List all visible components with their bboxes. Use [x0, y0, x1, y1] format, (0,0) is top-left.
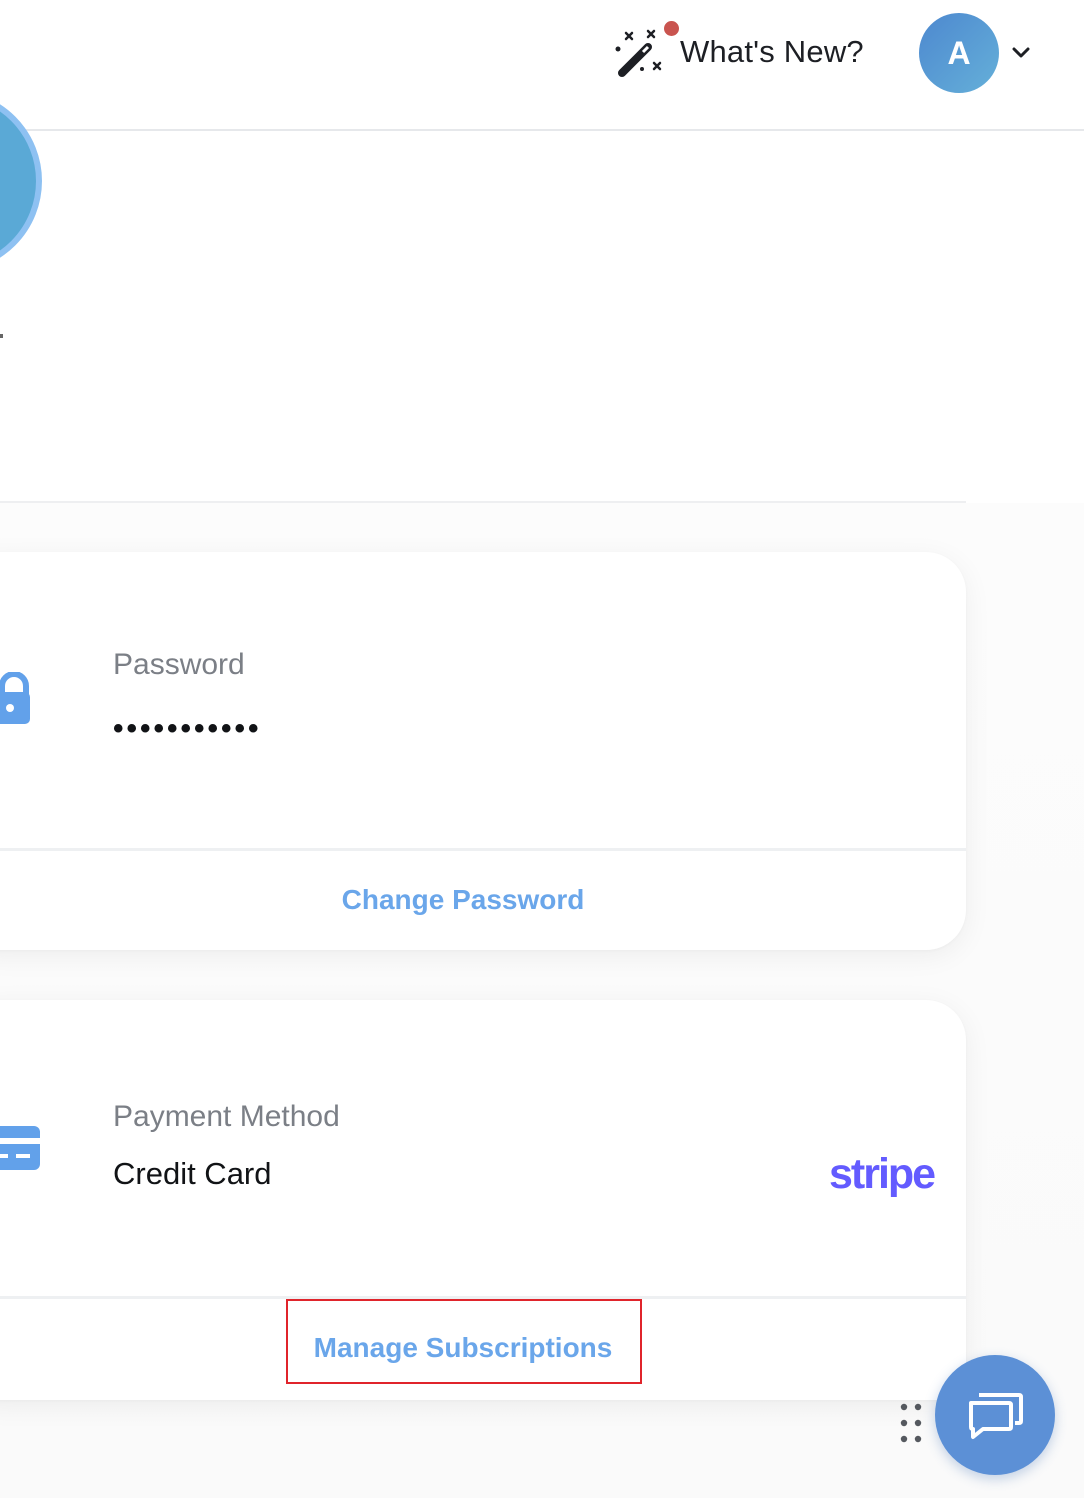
change-password-button[interactable]: Change Password [0, 884, 966, 916]
top-header: What's New? A [0, 0, 1084, 131]
payment-method-value: Credit Card [113, 1156, 272, 1191]
whats-new-label: What's New? [680, 34, 864, 69]
highlight-box [286, 1299, 642, 1384]
chat-icon [969, 1393, 1023, 1439]
chat-button[interactable] [935, 1355, 1055, 1475]
password-label: Password [113, 648, 245, 681]
password-value: ••••••••••• [113, 712, 262, 745]
payment-method-label: Payment Method [113, 1100, 340, 1133]
whats-new-button[interactable]: What's New? [612, 20, 864, 84]
notification-dot [664, 21, 679, 36]
account-settings-page: What's New? A Password ••••••••••• Chang… [0, 0, 1084, 1498]
user-avatar[interactable]: A [919, 13, 999, 93]
stripe-logo: stripe [829, 1150, 936, 1198]
card-divider [0, 848, 966, 851]
credit-card-icon [0, 1124, 42, 1177]
avatar-initial: A [947, 34, 971, 71]
lock-icon [0, 671, 32, 731]
magic-wand-icon [612, 21, 679, 79]
text-fragment [0, 334, 3, 338]
drag-handle-icon[interactable] [899, 1402, 923, 1444]
chevron-down-icon[interactable] [1010, 42, 1032, 64]
